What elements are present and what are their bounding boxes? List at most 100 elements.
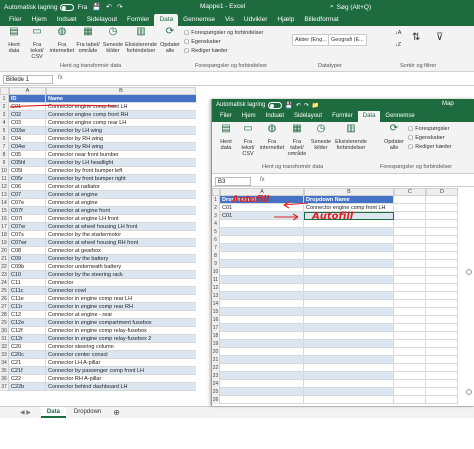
grid-cell[interactable] (426, 300, 458, 308)
cell-name[interactable]: Connector by the steering rack (46, 271, 196, 279)
grid-cell[interactable] (394, 372, 426, 380)
folder-icon[interactable]: 📁 (312, 102, 319, 109)
cell-name[interactable]: Connector behind dashboard LH (46, 383, 196, 391)
grid-cell[interactable] (304, 372, 394, 380)
grid-cell[interactable] (220, 236, 304, 244)
w2-get-data-button[interactable]: ▤ Hent data (216, 124, 236, 152)
row-number[interactable]: 14 (212, 300, 220, 308)
cell-name[interactable]: Connector RH A-pillar (46, 375, 196, 383)
grid-cell[interactable] (426, 380, 458, 388)
grid-cell[interactable] (426, 324, 458, 332)
row-number[interactable]: 14 (0, 199, 9, 207)
name-box[interactable]: Billede 1 (3, 75, 53, 84)
grid-cell[interactable] (394, 396, 426, 404)
redo-icon[interactable]: ↷ (117, 3, 123, 11)
cell-id[interactable]: C05l (9, 167, 46, 175)
row-number[interactable]: 27 (0, 303, 9, 311)
grid-cell[interactable] (394, 212, 426, 220)
row-number[interactable]: 9 (0, 159, 9, 167)
grid-cell[interactable] (220, 228, 304, 236)
row-number[interactable]: 23 (212, 372, 220, 380)
row-number[interactable]: 32 (0, 343, 9, 351)
grid-cell[interactable] (394, 244, 426, 252)
grid-cell[interactable] (304, 244, 394, 252)
cell-name[interactable]: Connector by RH wing (46, 135, 196, 143)
filter-button[interactable]: ⊽ (436, 32, 443, 43)
tab-sidelayout[interactable]: Sidelayout (82, 14, 122, 26)
column-header-b[interactable]: B (46, 87, 196, 95)
cell-name[interactable]: Connector engine comp rear LH (46, 119, 196, 127)
cell-id[interactable]: C07l (9, 215, 46, 223)
cell-name[interactable]: Connector at wheel housing RH front (46, 239, 196, 247)
row-number[interactable]: 26 (0, 295, 9, 303)
row-number[interactable]: 22 (0, 263, 9, 271)
cell-name[interactable]: Connector cowl (46, 287, 196, 295)
w2-tab-data[interactable]: Data (357, 111, 381, 122)
grid-cell[interactable] (394, 196, 426, 204)
w2-tab-filer[interactable]: Filer (215, 111, 237, 122)
cell-id[interactable]: C07wr (9, 239, 46, 247)
grid-cell[interactable] (394, 300, 426, 308)
existing-connections-button[interactable]: ▥ Eksisterende forbindelser (125, 27, 157, 55)
from-text-csv-button[interactable]: ▭ Fra tekst/ CSV (26, 27, 48, 61)
grid-cell[interactable] (394, 324, 426, 332)
row-number[interactable]: 6 (0, 135, 9, 143)
row-number[interactable]: 31 (0, 335, 9, 343)
grid-cell[interactable] (394, 252, 426, 260)
cell-id[interactable]: C21 (9, 359, 46, 367)
grid-cell[interactable] (426, 348, 458, 356)
grid-cell[interactable] (304, 396, 394, 404)
cell-id[interactable]: C02 (9, 111, 46, 119)
row-number[interactable]: 13 (212, 292, 220, 300)
w2-tab-hjem[interactable]: Hjem (237, 111, 261, 122)
row-number[interactable]: 29 (0, 319, 9, 327)
grid-cell[interactable] (394, 220, 426, 228)
grid-cell[interactable] (426, 308, 458, 316)
grid-cell[interactable] (394, 228, 426, 236)
w2-from-text-button[interactable]: ▭ Fra tekst/ CSV (238, 124, 258, 158)
sort-az-button[interactable]: ↓A (395, 30, 401, 36)
tab-formler[interactable]: Formler (122, 14, 154, 26)
row-number[interactable]: 5 (0, 127, 9, 135)
cell-name[interactable]: Connector by LH headlight (46, 159, 196, 167)
grid-cell[interactable] (426, 372, 458, 380)
grid-cell[interactable] (426, 260, 458, 268)
cell-name[interactable]: Connector in engine comp relay-fusebox 2 (46, 335, 196, 343)
row-number[interactable]: 25 (212, 388, 220, 396)
cell-id[interactable]: C03 (9, 119, 46, 127)
grid-cell[interactable] (426, 268, 458, 276)
row-number[interactable]: 6 (212, 236, 220, 244)
row-number[interactable]: 13 (0, 191, 9, 199)
cell-name[interactable]: Connector (46, 279, 196, 287)
tab-hjaelp[interactable]: Hjælp (272, 14, 299, 26)
grid-cell[interactable] (426, 396, 458, 404)
cell-id[interactable]: C08 (9, 247, 46, 255)
grid-cell[interactable] (426, 332, 458, 340)
grid-cell[interactable] (394, 308, 426, 316)
grid-cell[interactable] (220, 348, 304, 356)
cell-name[interactable]: Connector LH A-pillar (46, 359, 196, 367)
grid-cell[interactable] (304, 268, 394, 276)
grid-cell[interactable] (426, 252, 458, 260)
grid-cell[interactable] (426, 276, 458, 284)
cell-name[interactable]: Connector at engine (46, 191, 196, 199)
grid-cell[interactable] (426, 340, 458, 348)
sort-button[interactable]: ⇅ (412, 32, 420, 43)
row-number[interactable]: 17 (212, 324, 220, 332)
grid-cell[interactable] (220, 308, 304, 316)
grid-cell[interactable] (220, 356, 304, 364)
cell-id[interactable]: C21f (9, 367, 46, 375)
grid-cell[interactable] (304, 356, 394, 364)
cell-id[interactable]: C04w (9, 143, 46, 151)
row-number[interactable]: 15 (212, 308, 220, 316)
grid-cell[interactable] (426, 196, 458, 204)
w2-header-cell-b[interactable]: Dropdown Name (304, 196, 394, 204)
cell-name[interactable]: Connector at radiator (46, 183, 196, 191)
sheet-tab-dropdown[interactable]: Dropdown (68, 407, 107, 418)
grid-cell[interactable] (304, 388, 394, 396)
row-number[interactable]: 33 (0, 351, 9, 359)
cell-name[interactable]: Connector by front bumper right (46, 175, 196, 183)
w2-column-header-b[interactable]: B (304, 188, 394, 196)
w2-column-header-c[interactable]: C (394, 188, 426, 196)
grid-cell[interactable] (220, 292, 304, 300)
